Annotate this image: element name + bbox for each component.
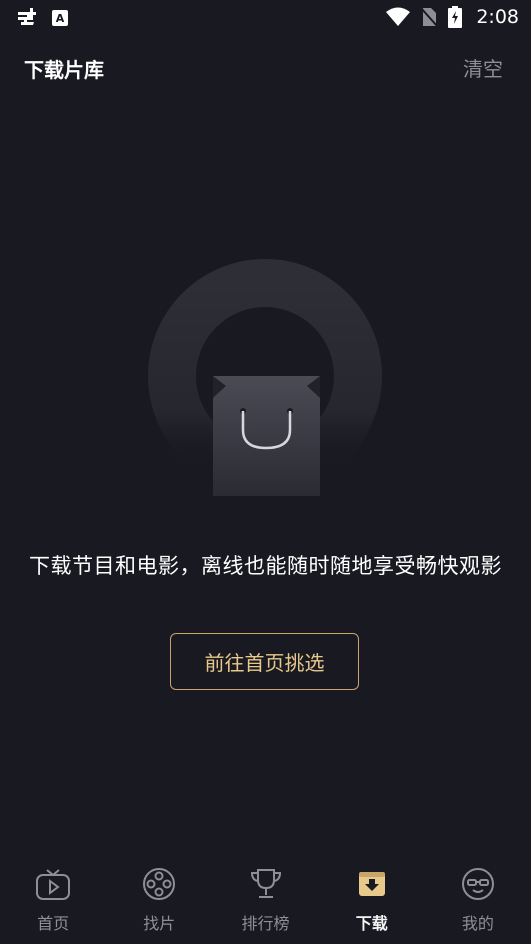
wifi-icon (386, 7, 411, 26)
nav-item-home[interactable]: 首页 (0, 856, 106, 944)
nav-label-ranking: 排行榜 (241, 914, 290, 933)
bottom-nav: 首页 找片 排行榜 下载 我的 (0, 856, 531, 944)
nav-label-download: 下载 (355, 914, 388, 933)
face-icon (460, 866, 496, 902)
film-reel-icon (141, 866, 177, 902)
download-icon (354, 866, 390, 902)
tv-play-icon (35, 866, 71, 902)
nav-label-home: 首页 (37, 914, 70, 933)
empty-state-message: 下载节目和电影，离线也能随时随地享受畅快观影 (29, 554, 502, 578)
trophy-icon (248, 866, 284, 902)
nav-item-download[interactable]: 下载 (319, 856, 425, 944)
goto-home-button[interactable]: 前往首页挑选 (170, 633, 359, 690)
nav-label-mine: 我的 (461, 914, 494, 933)
nav-label-find: 找片 (143, 914, 176, 933)
empty-bag-illustration (148, 259, 382, 496)
app-notification-icon (18, 8, 36, 25)
clear-button[interactable]: 清空 (463, 53, 503, 82)
nav-item-mine[interactable]: 我的 (425, 856, 531, 944)
page-title: 下载片库 (24, 58, 104, 82)
nav-item-ranking[interactable]: 排行榜 (212, 856, 318, 944)
clock: 2:08 (476, 6, 519, 28)
header: 下载片库 清空 (0, 48, 531, 88)
status-bar: A 2:08 (0, 0, 531, 36)
nav-item-find[interactable]: 找片 (106, 856, 212, 944)
battery-charging-icon (448, 6, 463, 28)
a-badge-icon: A (52, 10, 68, 26)
no-sim-icon (420, 7, 439, 27)
